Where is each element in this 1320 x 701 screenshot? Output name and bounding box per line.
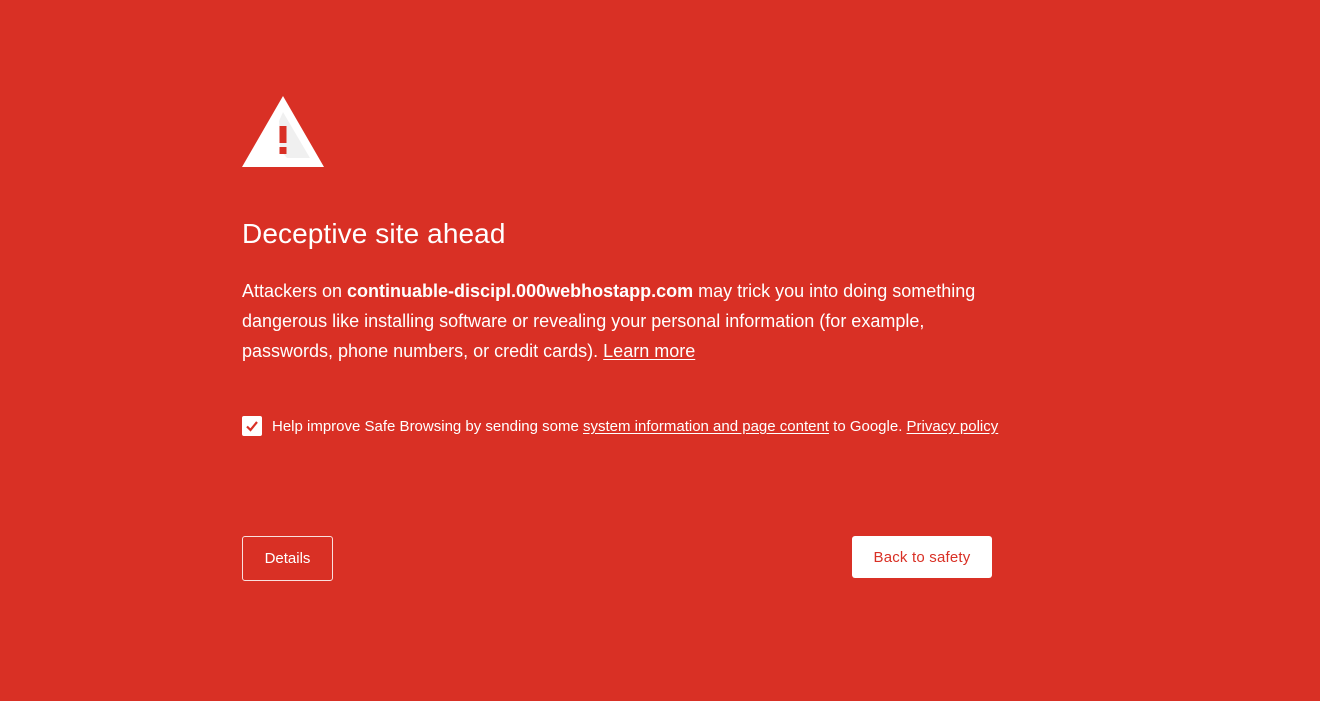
details-button[interactable]: Details [242, 536, 333, 581]
system-info-link[interactable]: system information and page content [583, 418, 829, 435]
message-prefix: Attackers on [242, 281, 348, 301]
optin-prefix: Help improve Safe Browsing by sending so… [272, 418, 583, 435]
optin-checkbox[interactable] [242, 416, 262, 436]
back-to-safety-button[interactable]: Back to safety [852, 536, 992, 578]
checkmark-icon [246, 421, 258, 432]
privacy-policy-link[interactable]: Privacy policy [907, 418, 999, 435]
main-message: Attackers on continuable-discipl.000webh… [242, 276, 987, 366]
page-title: Deceptive site ahead [242, 218, 506, 249]
optin-suffix: to Google. [828, 418, 907, 435]
learn-more-link[interactable]: Learn more [603, 341, 695, 361]
warning-triangle-icon [242, 96, 324, 168]
site-name: continuable-discipl.000webhostapp.com [347, 281, 694, 301]
optin-text: Help improve Safe Browsing by sending so… [272, 412, 1002, 442]
